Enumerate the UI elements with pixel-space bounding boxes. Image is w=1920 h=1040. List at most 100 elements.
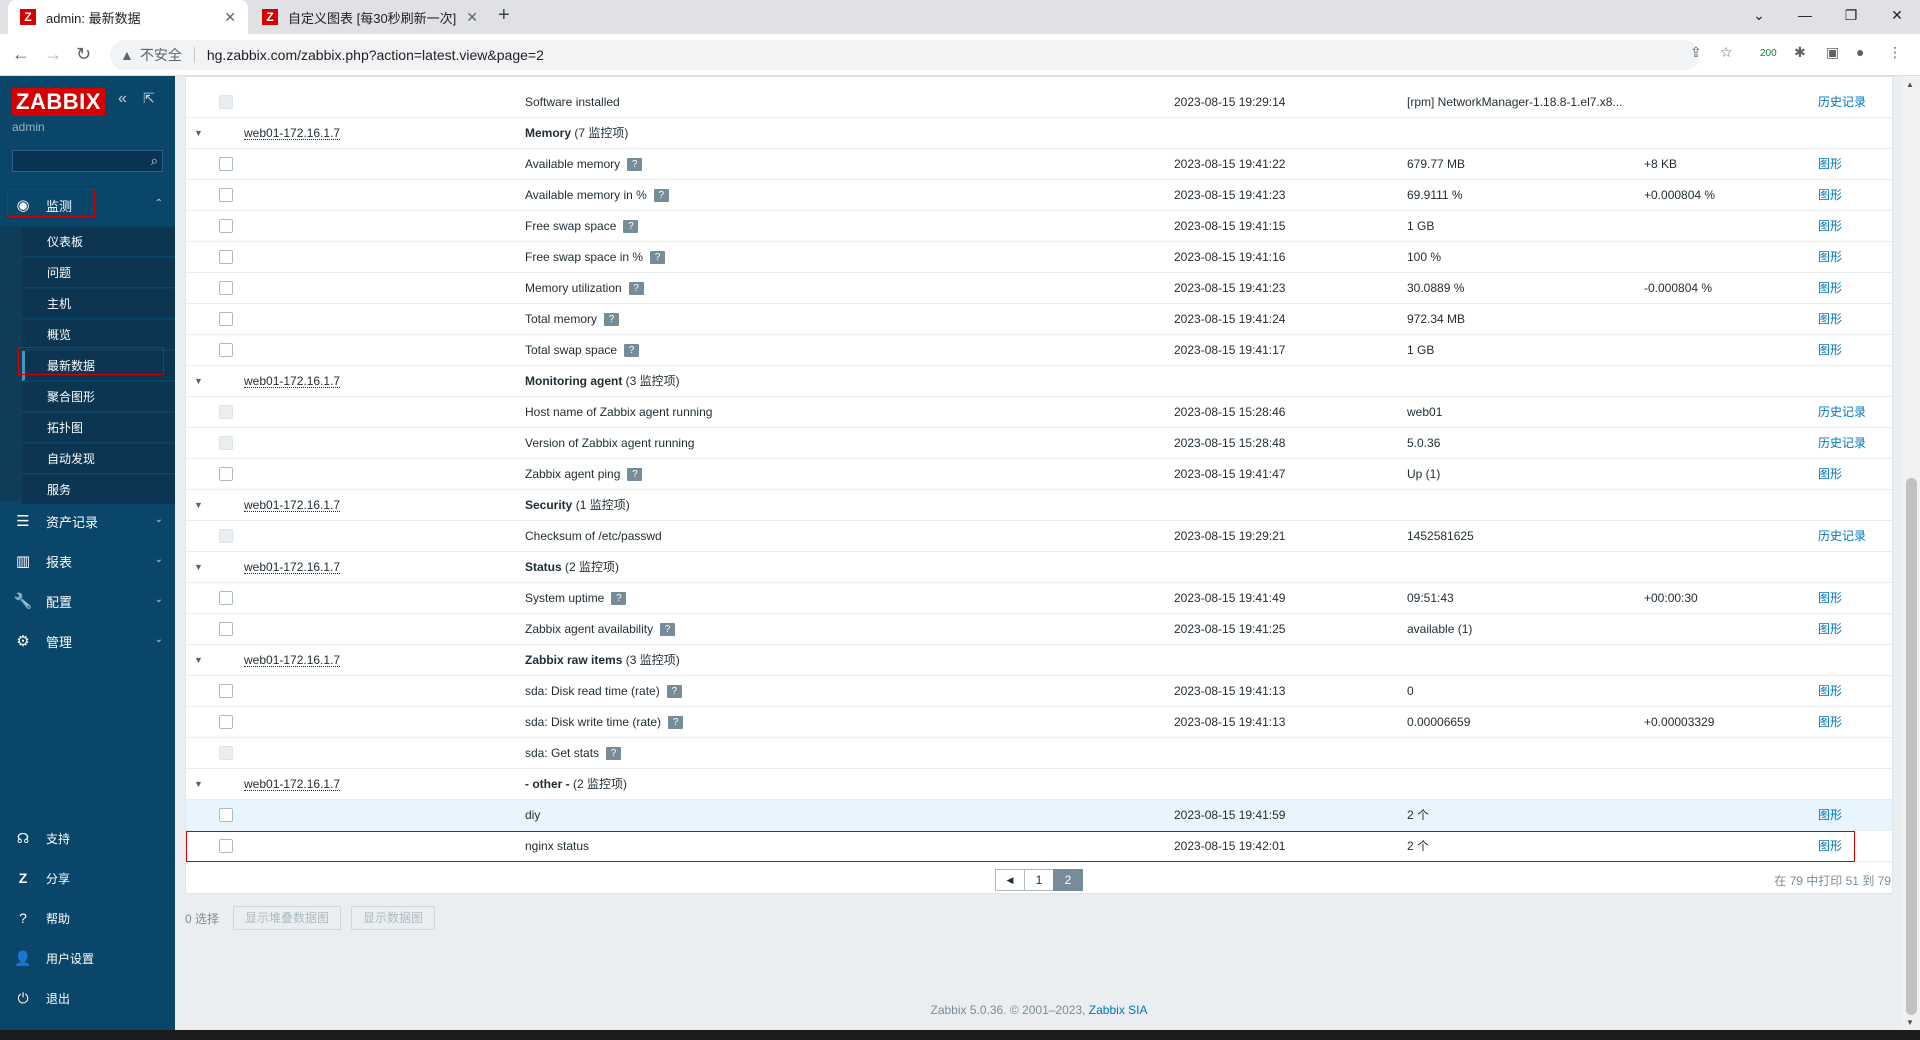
help-description-icon[interactable]: ? xyxy=(627,158,643,172)
submenu-discovery[interactable]: 自动发现 xyxy=(22,444,175,474)
history-graph-link[interactable]: 图形 xyxy=(1818,211,1842,241)
row-checkbox[interactable] xyxy=(219,157,233,171)
help-description-icon[interactable]: ? xyxy=(611,592,627,606)
row-checkbox[interactable] xyxy=(219,343,233,357)
submenu-services[interactable]: 服务 xyxy=(22,475,175,505)
row-checkbox[interactable] xyxy=(219,281,233,295)
row-checkbox[interactable] xyxy=(219,405,233,419)
history-graph-link[interactable]: 图形 xyxy=(1818,273,1842,303)
scroll-down-arrow[interactable]: ▼ xyxy=(1906,1018,1914,1027)
menu-configuration[interactable]: 🔧 配置 ⌄ xyxy=(0,582,175,620)
scroll-up-arrow[interactable]: ▲ xyxy=(1906,80,1914,89)
submenu-screens[interactable]: 聚合图形 xyxy=(22,382,175,412)
row-checkbox[interactable] xyxy=(219,529,233,543)
submenu-hosts[interactable]: 主机 xyxy=(22,289,175,319)
history-graph-link[interactable]: 图形 xyxy=(1818,180,1842,210)
kiosk-mode-icon[interactable]: ⇱ xyxy=(143,90,155,107)
row-checkbox[interactable] xyxy=(219,467,233,481)
row-checkbox[interactable] xyxy=(219,250,233,264)
row-checkbox[interactable] xyxy=(219,312,233,326)
browser-menu-icon[interactable]: ⋮ xyxy=(1888,44,1902,61)
history-graph-link[interactable]: 图形 xyxy=(1818,149,1842,179)
help-description-icon[interactable]: ? xyxy=(604,313,620,327)
host-link[interactable]: web01-172.16.1.7 xyxy=(244,498,341,512)
minimize-button[interactable]: — xyxy=(1782,0,1828,30)
row-checkbox[interactable] xyxy=(219,715,233,729)
host-link[interactable]: web01-172.16.1.7 xyxy=(244,126,341,140)
forward-icon[interactable]: → xyxy=(44,44,62,65)
help-description-icon[interactable]: ? xyxy=(624,344,640,358)
search-icon[interactable]: ⌕ xyxy=(151,153,158,169)
submenu-maps[interactable]: 拓扑图 xyxy=(22,413,175,443)
address-bar[interactable]: ▲ 不安全 hg.zabbix.com/zabbix.php?action=la… xyxy=(110,40,1700,70)
share-page-icon[interactable]: ⇪ xyxy=(1690,44,1702,61)
back-icon[interactable]: ← xyxy=(12,44,30,65)
host-link[interactable]: web01-172.16.1.7 xyxy=(244,777,341,791)
collapse-triangle-icon[interactable]: ▼ xyxy=(194,552,203,582)
collapse-triangle-icon[interactable]: ▼ xyxy=(194,490,203,520)
collapse-triangle-icon[interactable]: ▼ xyxy=(194,118,203,148)
url-text[interactable]: hg.zabbix.com/zabbix.php?action=latest.v… xyxy=(207,47,544,63)
history-graph-link[interactable]: 历史记录 xyxy=(1818,87,1866,117)
row-checkbox[interactable] xyxy=(219,95,233,109)
browser-tab-custom-graph[interactable]: Z 自定义图表 [每30秒刷新一次] ✕ xyxy=(250,0,490,34)
menu-inventory[interactable]: ☰ 资产记录 ⌄ xyxy=(0,502,175,540)
history-graph-link[interactable]: 图形 xyxy=(1818,707,1842,737)
close-tab-icon[interactable]: ✕ xyxy=(224,9,236,26)
zabbix-logo[interactable]: ZABBIX xyxy=(12,88,105,116)
help-description-icon[interactable]: ? xyxy=(668,716,684,730)
host-link[interactable]: web01-172.16.1.7 xyxy=(244,560,341,574)
collapse-sidebar-icon[interactable]: « xyxy=(118,90,127,108)
profile-avatar[interactable]: ● xyxy=(1856,44,1864,60)
close-tab-icon[interactable]: ✕ xyxy=(466,9,478,26)
help-description-icon[interactable]: ? xyxy=(628,282,644,296)
history-graph-link[interactable]: 历史记录 xyxy=(1818,397,1866,427)
collapse-triangle-icon[interactable]: ▼ xyxy=(194,769,203,799)
history-graph-link[interactable]: 图形 xyxy=(1818,583,1842,613)
new-tab-button[interactable]: + xyxy=(498,4,510,27)
page-2-button[interactable]: 2 xyxy=(1053,869,1083,891)
extensions-puzzle-icon[interactable]: ✱ xyxy=(1794,44,1806,61)
submenu-overview[interactable]: 概览 xyxy=(22,320,175,350)
row-checkbox[interactable] xyxy=(219,622,233,636)
history-graph-link[interactable]: 图形 xyxy=(1818,459,1842,489)
sidebar-search-input[interactable]: ⌕ xyxy=(12,150,163,172)
warning-icon[interactable]: ▲ xyxy=(120,47,134,63)
row-checkbox[interactable] xyxy=(219,436,233,450)
row-checkbox[interactable] xyxy=(219,684,233,698)
row-checkbox[interactable] xyxy=(219,591,233,605)
row-checkbox[interactable] xyxy=(219,219,233,233)
menu-user-settings[interactable]: 👤 用户设置 xyxy=(0,940,175,976)
menu-support[interactable]: ☊ 支持 xyxy=(0,820,175,856)
history-graph-link[interactable]: 图形 xyxy=(1818,800,1842,830)
menu-help[interactable]: ? 帮助 xyxy=(0,900,175,936)
history-graph-link[interactable]: 历史记录 xyxy=(1818,521,1866,551)
help-description-icon[interactable]: ? xyxy=(653,189,669,203)
close-window-button[interactable]: ✕ xyxy=(1874,0,1920,30)
help-description-icon[interactable]: ? xyxy=(606,747,622,761)
scrollbar-thumb[interactable] xyxy=(1906,478,1917,1015)
side-panel-icon[interactable]: ▣ xyxy=(1826,44,1839,61)
help-description-icon[interactable]: ? xyxy=(660,623,676,637)
reload-icon[interactable]: ↻ xyxy=(76,44,91,65)
submenu-dashboard[interactable]: 仪表板 xyxy=(22,227,175,257)
insecure-label[interactable]: 不安全 xyxy=(140,45,182,65)
display-stacked-graph-button[interactable]: 显示堆叠数据图 xyxy=(233,906,342,930)
history-graph-link[interactable]: 图形 xyxy=(1818,676,1842,706)
page-1-button[interactable]: 1 xyxy=(1024,869,1054,891)
help-description-icon[interactable]: ? xyxy=(666,685,682,699)
history-graph-link[interactable]: 图形 xyxy=(1818,242,1842,272)
help-description-icon[interactable]: ? xyxy=(623,220,639,234)
history-graph-link[interactable]: 历史记录 xyxy=(1818,428,1866,458)
collapse-triangle-icon[interactable]: ▼ xyxy=(194,645,203,675)
restore-button[interactable]: ❐ xyxy=(1828,0,1874,30)
prev-page-button[interactable]: ◀ xyxy=(995,869,1025,891)
display-graph-button[interactable]: 显示数据图 xyxy=(351,906,436,930)
menu-sign-out[interactable]: ⏻ 退出 xyxy=(0,980,175,1016)
menu-share[interactable]: Z 分享 xyxy=(0,860,175,896)
menu-administration[interactable]: ⚙ 管理 ⌄ xyxy=(0,622,175,660)
footer-corp-link[interactable]: Zabbix SIA xyxy=(1089,1003,1148,1017)
host-link[interactable]: web01-172.16.1.7 xyxy=(244,374,341,388)
help-description-icon[interactable]: ? xyxy=(650,251,666,265)
extension-badge[interactable]: 200 xyxy=(1760,48,1777,59)
